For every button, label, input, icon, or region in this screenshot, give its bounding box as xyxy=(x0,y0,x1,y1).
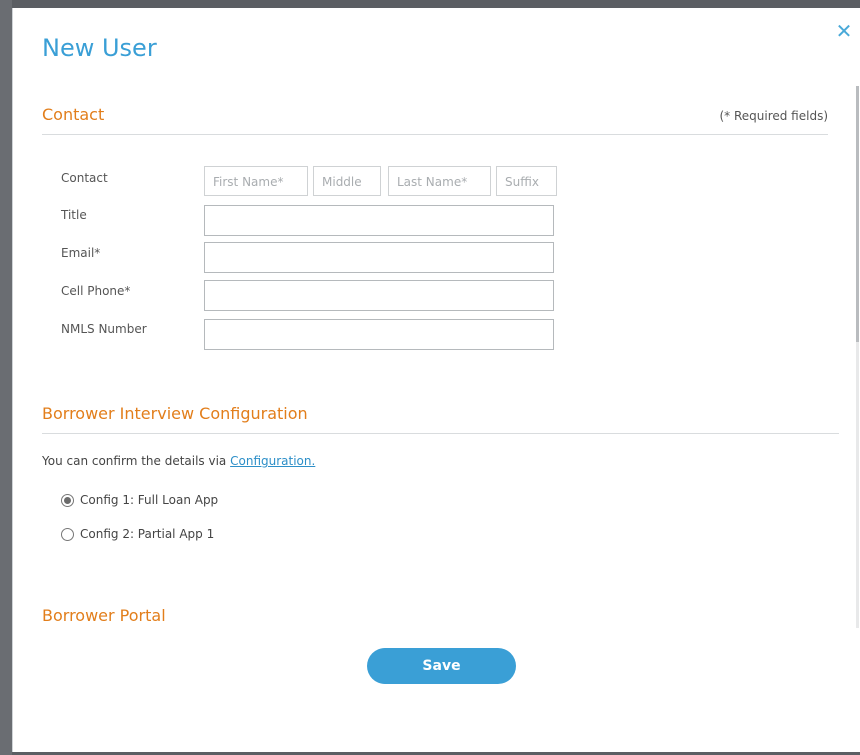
first-name-field[interactable]: First Name* xyxy=(204,166,308,196)
contact-section-heading: Contact xyxy=(42,105,105,124)
contact-label: Contact xyxy=(61,171,108,185)
cell-phone-input[interactable] xyxy=(204,280,554,311)
configuration-link[interactable]: Configuration. xyxy=(230,454,315,468)
middle-name-field[interactable]: Middle xyxy=(313,166,381,196)
contact-divider xyxy=(42,134,828,135)
modal-title: New User xyxy=(42,34,157,62)
config-option-2[interactable]: Config 2: Partial App 1 xyxy=(61,527,214,541)
interview-divider xyxy=(42,433,839,434)
config-option-2-label: Config 2: Partial App 1 xyxy=(80,527,215,541)
portal-section-heading: Borrower Portal xyxy=(42,606,166,625)
title-input[interactable] xyxy=(204,205,554,236)
last-name-field[interactable]: Last Name* xyxy=(388,166,491,196)
configuration-info: You can confirm the details via Configur… xyxy=(42,454,315,468)
email-input[interactable] xyxy=(204,242,554,273)
nmls-number-label: NMLS Number xyxy=(61,322,147,336)
config-option-1-label: Config 1: Full Loan App xyxy=(80,493,219,507)
configuration-info-text: You can confirm the details via xyxy=(42,454,227,468)
config-option-1[interactable]: Config 1: Full Loan App xyxy=(61,493,218,507)
interview-section-heading: Borrower Interview Configuration xyxy=(42,404,308,423)
title-label: Title xyxy=(61,208,87,222)
page-backdrop xyxy=(0,0,12,755)
save-button[interactable]: Save xyxy=(367,648,516,684)
email-label: Email* xyxy=(61,246,101,260)
close-icon[interactable]: ✕ xyxy=(835,21,853,41)
nmls-number-input[interactable] xyxy=(204,319,554,350)
scrollbar-thumb[interactable] xyxy=(856,86,859,342)
new-user-modal: ✕ New User Contact (* Required fields) C… xyxy=(12,8,860,752)
required-fields-note: (* Required fields) xyxy=(719,109,828,123)
radio-checked-icon[interactable] xyxy=(61,493,74,507)
suffix-field[interactable]: Suffix xyxy=(496,166,557,196)
cell-phone-label: Cell Phone* xyxy=(61,284,131,298)
radio-unchecked-icon[interactable] xyxy=(61,527,74,541)
